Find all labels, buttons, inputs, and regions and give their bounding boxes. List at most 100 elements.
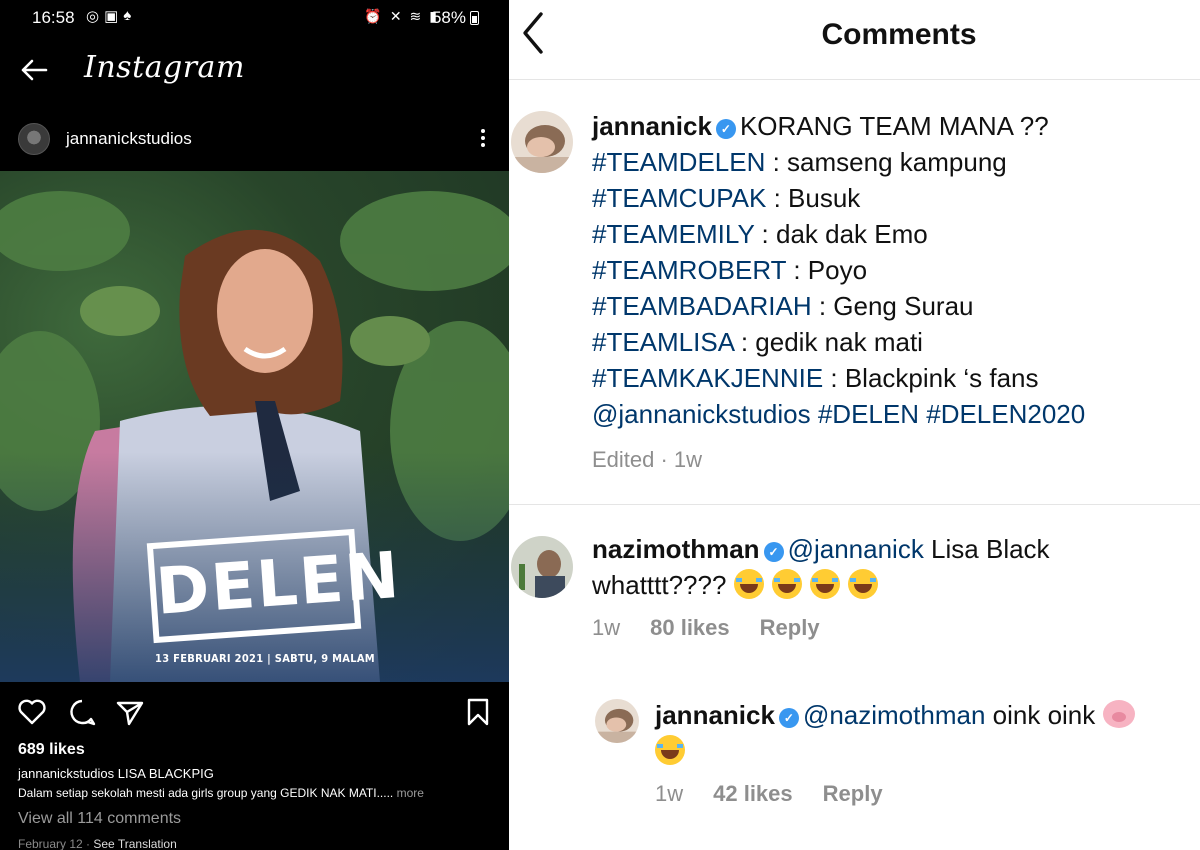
hashtag-line: #TEAMDELEN : samseng kampung [592,144,1192,180]
hashtag-link[interactable]: #TEAMDELEN [592,147,765,177]
instagram-post-panel: 16:58 ◎ ▣ ♠ ⏰ ✕ ≋ ▮ 58% Instagram jannan… [0,0,509,850]
reply2-line-2 [655,733,1195,769]
post-caption: jannanickstudios LISA BLACKPIG [18,766,214,781]
laughing-tears-emoji-icon [847,569,878,599]
hashtag-description: : samseng kampung [765,147,1007,177]
hashtag-description: : Blackpink ‘s fans [823,363,1039,393]
caption-username[interactable]: jannanickstudios [18,766,114,781]
mention-link[interactable]: @jannanick [788,534,924,564]
reply2-meta: 1w 42 likes Reply [655,781,913,807]
hashtag-link[interactable]: #TEAMLISA [592,327,734,357]
hashtag-description: : Busuk [766,183,861,213]
caption-more-link[interactable]: more [397,786,424,800]
hashtag-link[interactable]: #TEAMEMILY [592,219,754,249]
wifi-icon: ≋ [409,8,422,24]
post-author-avatar[interactable] [18,123,50,155]
reply-comment-1: nazimothman ✓ @jannanick Lisa Black whattt… [592,531,1192,603]
hashtag-line: #TEAMBADARIAH : Geng Surau [592,288,1192,324]
comment-divider [509,504,1200,505]
like-heart-icon[interactable] [16,696,48,728]
comment-icon[interactable] [66,696,98,728]
comments-header: Comments [509,0,1200,80]
reply1-line-1: nazimothman ✓ @jannanick Lisa Black [592,531,1192,567]
comment-time: 1w [655,781,684,806]
hashtag-line: #TEAMLISA : gedik nak mati [592,324,1192,360]
hashtag-line: #TEAMEMILY : dak dak Emo [592,216,1192,252]
app-header: Instagram [0,40,509,100]
comment-likes-link[interactable]: 80 likes [650,615,730,640]
mention-hashtags-line[interactable]: @jannanickstudios #DELEN #DELEN2020 [592,396,1192,432]
snapchat-icon: ♠ [123,7,132,24]
hashtag-link[interactable]: #TEAMROBERT [592,255,786,285]
comment-text: whatttt???? [592,570,727,600]
see-translation-link[interactable]: See Translation [93,837,176,850]
post-actions [0,692,509,732]
laughing-tears-emoji-icon [771,569,802,599]
mute-icon: ✕ [389,8,402,24]
reply-comment-2: jannanick ✓ @nazimothman oink oink [655,697,1195,769]
alarm-icon: ⏰ [364,8,382,24]
main-comment-meta: Edited · 1w [592,447,703,472]
comment-text: Lisa Black [923,534,1050,564]
page-title: Comments [821,18,977,51]
hashtag-description: : Geng Surau [811,291,974,321]
hashtag-description: : Poyo [786,255,868,285]
bookmark-icon[interactable] [462,696,494,728]
more-options-icon[interactable] [479,126,487,152]
status-bar: 16:58 ◎ ▣ ♠ ⏰ ✕ ≋ ▮ 58% [0,0,509,36]
commenter-avatar-jannanick[interactable] [511,111,573,173]
commenter-avatar-nazimothman[interactable] [511,536,573,598]
hashtag-line: #TEAMCUPAK : Busuk [592,180,1192,216]
comment-username[interactable]: nazimothman [592,534,760,564]
reply1-meta: 1w 80 likes Reply [592,615,850,641]
post-date: February 12 · See Translation [18,837,177,850]
post-date-text: February 12 [18,837,83,850]
reply-button[interactable]: Reply [760,615,820,640]
comment-username[interactable]: jannanick [655,700,775,730]
share-send-icon[interactable] [114,696,146,728]
hashtag-link[interactable]: #TEAMKAKJENNIE [592,363,823,393]
system-icons: ⏰ ✕ ≋ ▮ [364,8,437,25]
laughing-tears-emoji-icon [809,569,840,599]
like-count[interactable]: 689 likes [18,741,85,759]
caption-continued: Dalam setiap sekolah mesti ada girls gro… [18,786,498,800]
comments-panel: Comments jannanick ✓ KORANG TEAM MANA ?? #… [509,0,1200,850]
comment-username[interactable]: jannanick [592,111,712,141]
notification-icons: ◎ ▣ ♠ [86,7,131,25]
hashtag-line: #TEAMROBERT : Poyo [592,252,1192,288]
main-comment-body: jannanick ✓ KORANG TEAM MANA ?? #TEAMDELEN… [592,108,1192,432]
view-all-comments-link[interactable]: View all 114 comments [18,810,181,828]
show-airdate: 13 FEBRUARI 2021 | SABTU, 9 MALAM [155,652,375,665]
whatsapp-icon: ◎ [86,8,100,25]
post-header: jannanickstudios [0,118,509,160]
main-comment-line-1: jannanick ✓ KORANG TEAM MANA ?? [592,108,1192,144]
comment-likes-link[interactable]: 42 likes [713,781,793,806]
back-arrow-icon[interactable] [18,54,50,86]
caption-line2: Dalam setiap sekolah mesti ada girls gro… [18,786,397,800]
laughing-tears-emoji-icon [655,735,685,765]
reply1-line-2: whatttt???? [592,567,1192,603]
battery-icon [470,11,479,25]
comment-text: oink oink [985,700,1096,730]
post-image[interactable]: DELEN 13 FEBRUARI 2021 | SABTU, 9 MALAM [0,171,509,682]
verified-badge-icon: ✓ [715,119,736,139]
hashtag-line: #TEAMKAKJENNIE : Blackpink ‘s fans [592,360,1192,396]
hashtag-description: : dak dak Emo [754,219,928,249]
post-author-username[interactable]: jannanickstudios [66,129,192,149]
battery-indicator: 58% [432,8,479,28]
show-title: DELEN [153,538,404,630]
pig-face-emoji-icon [1102,700,1135,728]
comment-time: 1w [592,615,621,640]
reply-button[interactable]: Reply [823,781,883,806]
verified-badge-icon: ✓ [763,542,784,562]
mention-link[interactable]: @nazimothman [803,700,985,730]
commenter-avatar-jannanick[interactable] [595,699,639,743]
reply2-line-1: jannanick ✓ @nazimothman oink oink [655,697,1195,733]
hashtag-link[interactable]: #TEAMBADARIAH [592,291,812,321]
hashtag-link[interactable]: #TEAMCUPAK [592,183,766,213]
battery-percent: 58% [431,8,466,27]
instagram-logo: Instagram [84,50,245,85]
laughing-tears-emoji-icon [733,569,764,599]
show-title-badge: DELEN [146,528,404,644]
instagram-small-icon: ▣ [104,8,119,25]
